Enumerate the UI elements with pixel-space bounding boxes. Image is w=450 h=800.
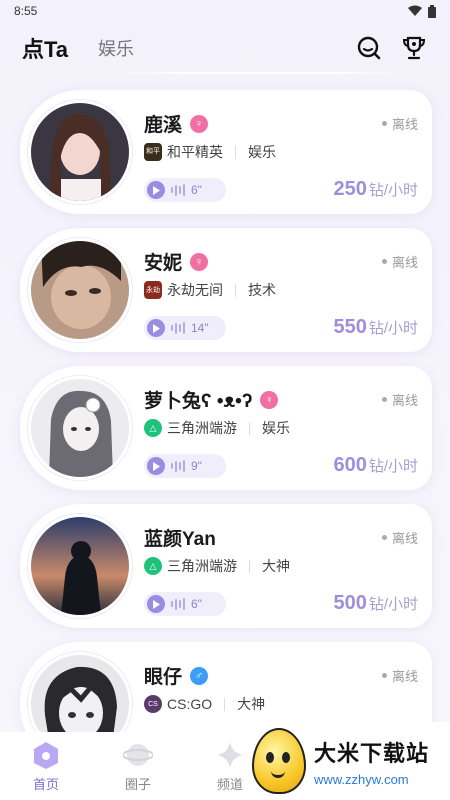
list-item[interactable]: 萝卜兔ʕ •ᴥ•ʔ ♀ 离线 △ 三角洲端游 娱乐 9" 600 钻/小时: [20, 366, 432, 490]
price-unit: 钻/小时: [368, 596, 418, 613]
watermark-logo: 大米下载站 www.zzhyw.com: [246, 722, 450, 800]
category-label: 技术: [248, 282, 276, 298]
price-value: 250: [333, 178, 367, 200]
online-status: 离线: [381, 390, 418, 409]
nav-home[interactable]: 首页: [0, 732, 92, 800]
play-icon: [147, 181, 165, 199]
voice-duration: 6": [191, 183, 202, 197]
game-name: 和平精英: [167, 144, 223, 160]
avatar[interactable]: [28, 376, 132, 480]
user-name: 蓝颜Yan: [144, 529, 216, 550]
price-unit: 钻/小时: [368, 182, 418, 199]
egg-mascot-icon: [252, 728, 306, 794]
waveform-icon: [171, 184, 185, 196]
waveform-icon: [171, 598, 185, 610]
female-icon: ♀: [260, 390, 279, 409]
category-label: 大神: [237, 696, 266, 712]
status-icons: [408, 4, 436, 18]
price-value: 500: [333, 592, 367, 614]
price: 550 钻/小时: [333, 316, 418, 339]
waveform-icon: [171, 322, 185, 334]
sparkle-icon: [217, 741, 243, 768]
game-info: △ 三角洲端游 大神: [144, 556, 290, 576]
nav-label: 圈子: [124, 776, 151, 792]
game-icon: △: [144, 419, 162, 437]
planet-icon: [123, 743, 153, 766]
game-name: 永劫无间: [167, 282, 223, 298]
tab-dianta[interactable]: 点Ta: [22, 32, 68, 64]
price: 250 钻/小时: [333, 178, 418, 201]
tab-yule[interactable]: 娱乐: [98, 35, 134, 61]
price-unit: 钻/小时: [368, 458, 418, 475]
online-status: 离线: [381, 252, 418, 271]
voice-intro-button[interactable]: 6": [144, 178, 226, 202]
online-status: 离线: [381, 528, 418, 547]
play-icon: [147, 595, 165, 613]
play-icon: [147, 457, 165, 475]
male-icon: ♂: [190, 666, 209, 685]
game-info: 和平 和平精英 娱乐: [144, 142, 276, 162]
price: 500 钻/小时: [333, 592, 418, 615]
game-icon: 永劫: [144, 281, 162, 299]
watermark-title: 大米下载站: [314, 740, 430, 766]
list-item[interactable]: 鹿溪 ♀ 离线 和平 和平精英 娱乐 6" 250 钻/小时: [20, 90, 432, 214]
avatar[interactable]: [28, 514, 132, 618]
price: 600 钻/小时: [333, 454, 418, 477]
voice-intro-button[interactable]: 6": [144, 592, 226, 616]
online-status: 离线: [381, 114, 418, 133]
price-value: 550: [333, 316, 367, 338]
battery-icon: [428, 4, 436, 18]
game-icon: CS: [144, 695, 162, 713]
list-item[interactable]: 安妮 ♀ 离线 永劫 永劫无间 技术 14" 550 钻/小时: [20, 228, 432, 352]
play-icon: [147, 319, 165, 337]
watermark-url: www.zzhyw.com: [314, 771, 409, 787]
avatar[interactable]: [28, 238, 132, 342]
nav-label: 首页: [32, 776, 59, 792]
voice-duration: 6": [191, 597, 202, 611]
online-status: 离线: [381, 666, 418, 685]
female-icon: ♀: [190, 114, 209, 133]
search-icon[interactable]: [356, 35, 382, 61]
avatar[interactable]: [28, 100, 132, 204]
user-name: 眼仔: [144, 667, 183, 688]
top-header: 点Ta 娱乐: [0, 26, 450, 70]
nav-label: 频道: [216, 776, 243, 792]
game-info: △ 三角洲端游 娱乐: [144, 418, 290, 438]
game-info: CS CS:GO 大神: [144, 694, 265, 714]
game-name: 三角洲端游: [167, 558, 237, 574]
voice-intro-button[interactable]: 9": [144, 454, 226, 478]
game-icon: 和平: [144, 143, 162, 161]
home-icon: [34, 741, 58, 769]
user-name: 安妮: [144, 253, 183, 274]
waveform-icon: [171, 460, 185, 472]
wifi-icon: [408, 5, 422, 16]
game-name: CS:GO: [167, 696, 213, 712]
category-label: 娱乐: [262, 420, 290, 436]
price-value: 600: [333, 454, 367, 476]
voice-intro-button[interactable]: 14": [144, 316, 226, 340]
list-item[interactable]: 蓝颜Yan 离线 △ 三角洲端游 大神 6" 500 钻/小时: [20, 504, 432, 628]
category-label: 娱乐: [248, 144, 276, 160]
female-icon: ♀: [190, 252, 209, 271]
game-icon: △: [144, 557, 162, 575]
user-name: 萝卜兔ʕ •ᴥ•ʔ: [144, 391, 253, 412]
game-info: 永劫 永劫无间 技术: [144, 280, 276, 300]
trophy-icon[interactable]: [400, 34, 428, 62]
header-divider: [100, 72, 420, 74]
nav-circle[interactable]: 圈子: [92, 732, 184, 800]
user-name: 鹿溪: [144, 115, 183, 136]
category-label: 大神: [262, 558, 290, 574]
voice-duration: 14": [191, 321, 209, 335]
status-time: 8:55: [14, 4, 38, 18]
status-bar: 8:55: [0, 0, 450, 22]
game-name: 三角洲端游: [167, 420, 237, 436]
voice-duration: 9": [191, 459, 202, 473]
price-unit: 钻/小时: [368, 320, 418, 337]
